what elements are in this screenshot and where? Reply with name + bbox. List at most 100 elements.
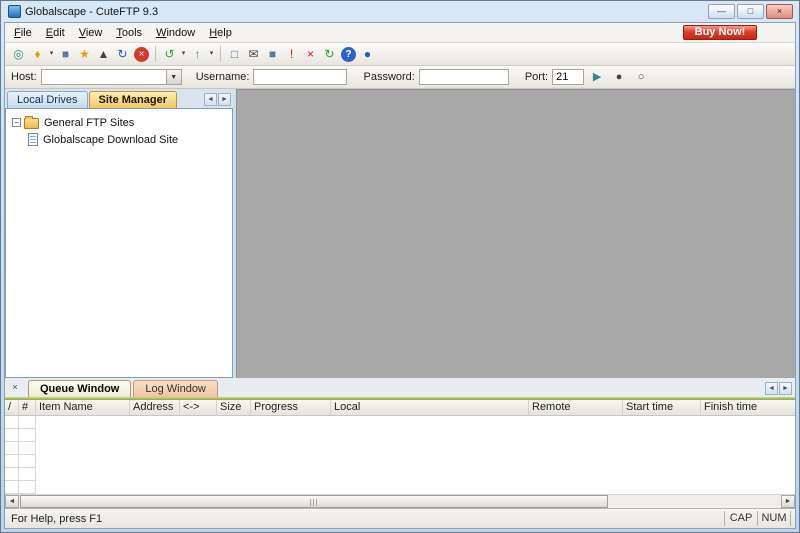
site-icon	[28, 133, 38, 146]
site-manager-icon[interactable]: ♦	[28, 45, 47, 63]
close-button[interactable]: ×	[766, 4, 793, 19]
col-direction[interactable]: <->	[180, 400, 217, 415]
globe-icon[interactable]: ●	[358, 45, 377, 63]
horizontal-scrollbar[interactable]: ◄ ►	[5, 494, 795, 508]
connection-bar: Host: ▼ Username: Password: Port: ▶ ● ○	[5, 66, 795, 89]
scroll-left-arrow-icon[interactable]: ◄	[5, 495, 19, 508]
toolbar-separator	[220, 46, 221, 62]
menu-bar: File Edit View Tools Window Help Buy Now…	[5, 23, 795, 43]
connect-plug-button[interactable]: ▶	[588, 69, 606, 85]
host-input[interactable]	[41, 69, 167, 85]
tree-expander-icon[interactable]: −	[12, 118, 21, 127]
left-panel-tabstrip: Local Drives Site Manager ◄ ►	[5, 89, 233, 108]
username-input[interactable]	[253, 69, 347, 85]
tab-site-manager[interactable]: Site Manager	[89, 91, 177, 108]
back-dropdown-icon[interactable]: ▾	[179, 45, 188, 63]
mail-icon[interactable]: ✉	[244, 45, 263, 63]
app-window: Globalscape - CuteFTP 9.3 — □ × File Edi…	[0, 0, 800, 533]
col-progress[interactable]: Progress	[251, 400, 331, 415]
tree-item-label[interactable]: Globalscape Download Site	[43, 134, 178, 146]
col-check[interactable]: /	[5, 400, 19, 415]
queue-grid-row	[5, 416, 36, 429]
queue-grid-row	[5, 429, 36, 442]
up-dropdown-icon[interactable]: ▾	[207, 45, 216, 63]
bottom-pane-tabstrip: × Queue Window Log Window ◄ ►	[5, 378, 795, 397]
delete-icon[interactable]: ×	[301, 45, 320, 63]
menu-file[interactable]: File	[7, 25, 39, 41]
refresh-icon[interactable]: ↻	[320, 45, 339, 63]
connect-icon[interactable]: ■	[56, 45, 75, 63]
connection-wizard-icon[interactable]: ◎	[9, 45, 28, 63]
pane-tab-scroll-arrows: ◄ ►	[765, 382, 792, 397]
folder-icon	[24, 118, 39, 129]
tab-local-drives[interactable]: Local Drives	[7, 91, 88, 108]
title-bar: Globalscape - CuteFTP 9.3 — □ ×	[4, 1, 796, 22]
transfer-icon[interactable]: ↻	[113, 45, 132, 63]
site-tree: − General FTP Sites Globalscape Download…	[5, 108, 233, 378]
window-title: Globalscape - CuteFTP 9.3	[25, 6, 706, 18]
col-finish-time[interactable]: Finish time	[701, 400, 795, 415]
toolbar-separator	[155, 46, 156, 62]
tree-item-label[interactable]: General FTP Sites	[44, 117, 134, 129]
buy-now-button[interactable]: Buy Now!	[683, 25, 757, 40]
alert-icon[interactable]: !	[282, 45, 301, 63]
site-manager-dropdown-icon[interactable]: ▾	[47, 45, 56, 63]
menu-window[interactable]: Window	[149, 25, 202, 41]
caps-lock-indicator: CAP	[724, 511, 757, 526]
disconnect-icon[interactable]: ▲	[94, 45, 113, 63]
num-lock-indicator: NUM	[757, 511, 790, 526]
col-number[interactable]: #	[19, 400, 36, 415]
password-input[interactable]	[419, 69, 509, 85]
client-area: File Edit View Tools Window Help Buy Now…	[4, 22, 796, 529]
left-tab-scroll-arrows: ◄ ►	[204, 93, 231, 108]
col-size[interactable]: Size	[217, 400, 251, 415]
main-area: Local Drives Site Manager ◄ ► − General …	[5, 89, 795, 378]
tab-scroll-left-icon[interactable]: ◄	[204, 93, 217, 106]
mdi-workspace	[236, 89, 795, 378]
cancel-icon[interactable]: ×	[134, 47, 149, 62]
pane-scroll-left-icon[interactable]: ◄	[765, 382, 778, 395]
tree-item-globalscape-download-site[interactable]: Globalscape Download Site	[28, 131, 230, 148]
connection-wizard-button[interactable]: ○	[632, 69, 650, 85]
col-remote[interactable]: Remote	[529, 400, 623, 415]
queue-grid	[5, 416, 36, 494]
quick-connect-icon[interactable]: ★	[75, 45, 94, 63]
minimize-button[interactable]: —	[708, 4, 735, 19]
tab-scroll-right-icon[interactable]: ►	[218, 93, 231, 106]
scrollbar-thumb[interactable]	[20, 495, 608, 508]
close-pane-icon[interactable]: ×	[9, 382, 21, 394]
host-combobox: ▼	[41, 69, 182, 85]
menu-help[interactable]: Help	[202, 25, 239, 41]
menu-view[interactable]: View	[72, 25, 110, 41]
maximize-button[interactable]: □	[737, 4, 764, 19]
app-icon	[8, 5, 21, 18]
tab-queue-window[interactable]: Queue Window	[28, 380, 131, 397]
scroll-right-arrow-icon[interactable]: ►	[781, 495, 795, 508]
host-label: Host:	[11, 71, 37, 83]
pane-scroll-right-icon[interactable]: ►	[779, 382, 792, 395]
port-input[interactable]	[552, 69, 584, 85]
tab-log-window[interactable]: Log Window	[133, 380, 218, 397]
col-start-time[interactable]: Start time	[623, 400, 701, 415]
password-label: Password:	[363, 71, 414, 83]
username-label: Username:	[196, 71, 250, 83]
anonymous-login-button[interactable]: ●	[610, 69, 628, 85]
menu-tools[interactable]: Tools	[109, 25, 149, 41]
left-panel: Local Drives Site Manager ◄ ► − General …	[5, 89, 233, 378]
queue-grid-row	[5, 481, 36, 494]
queue-grid-row	[5, 442, 36, 455]
host-dropdown-button[interactable]: ▼	[167, 69, 182, 85]
bottom-pane: × Queue Window Log Window ◄ ► / # Item N…	[5, 378, 795, 508]
queue-list[interactable]	[5, 416, 795, 494]
print-icon[interactable]: ■	[263, 45, 282, 63]
col-address[interactable]: Address	[130, 400, 180, 415]
help-icon[interactable]: ?	[341, 47, 356, 62]
up-icon[interactable]: ↑	[188, 45, 207, 63]
tree-item-general-ftp-sites[interactable]: − General FTP Sites	[8, 114, 230, 131]
col-local[interactable]: Local	[331, 400, 529, 415]
back-icon[interactable]: ↺	[160, 45, 179, 63]
menu-edit[interactable]: Edit	[39, 25, 72, 41]
main-toolbar: ◎ ♦ ▾ ■ ★ ▲ ↻ × ↺ ▾ ↑ ▾ □ ✉ ■ ! × ↻ ? ●	[5, 43, 795, 66]
col-item-name[interactable]: Item Name	[36, 400, 130, 415]
new-document-icon[interactable]: □	[225, 45, 244, 63]
